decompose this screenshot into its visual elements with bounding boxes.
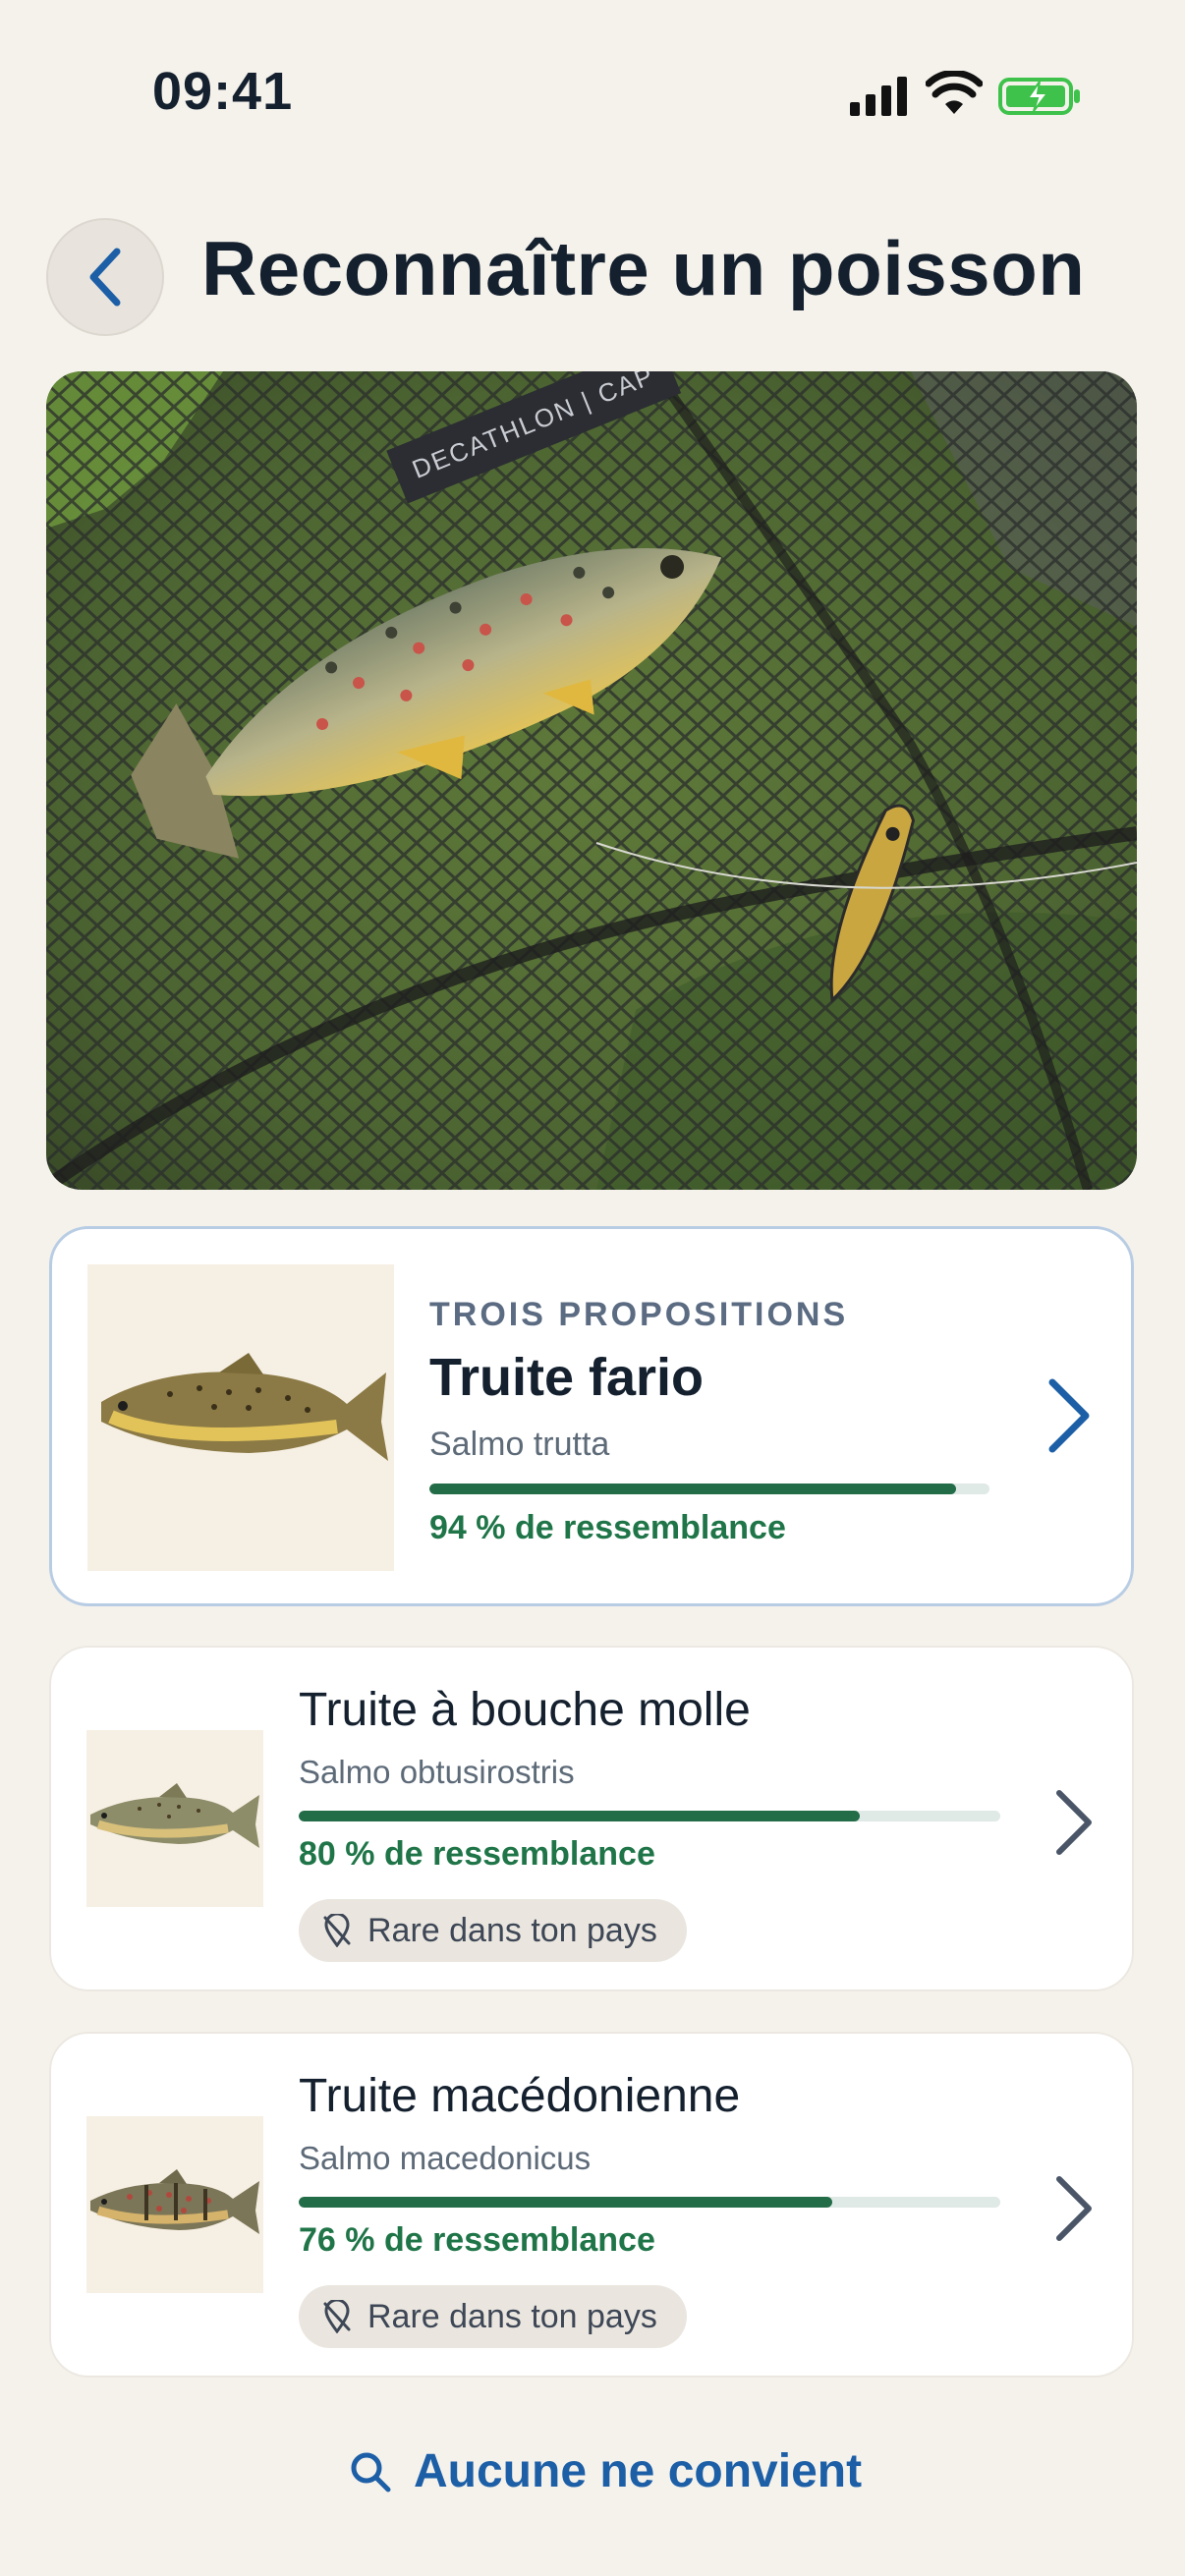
result-card-3[interactable]: Truite macédonienne Salmo macedonicus 76…: [49, 2032, 1134, 2378]
similarity-label: 94 % de ressemblance: [429, 1509, 786, 1546]
fish-latin-name: Salmo obtusirostris: [299, 1754, 575, 1790]
fish-latin-name: Salmo trutta: [429, 1426, 610, 1463]
similarity-bar-fill: [299, 2197, 832, 2208]
similarity-label: 76 % de ressemblance: [299, 2221, 655, 2259]
rarity-badge: Rare dans ton pays: [299, 2285, 687, 2348]
signal-icon: [850, 77, 907, 116]
similarity-bar-fill: [429, 1484, 956, 1494]
chevron-right-icon: [1056, 2176, 1092, 2241]
result-card-2[interactable]: Truite à bouche molle Salmo obtusirostri…: [49, 1646, 1134, 1991]
fish-name: Truite macédonienne: [299, 2070, 741, 2122]
similarity-bar: [299, 2197, 1000, 2208]
catch-photo: DECATHLON | CAP: [46, 371, 1137, 1190]
fish-name: Truite fario: [429, 1348, 705, 1407]
rarity-badge-label: Rare dans ton pays: [367, 1911, 657, 1949]
chevron-right-icon: [1048, 1378, 1090, 1453]
similarity-label: 80 % de ressemblance: [299, 1835, 655, 1873]
similarity-bar: [429, 1484, 989, 1494]
similarity-bar: [299, 1811, 1000, 1821]
back-button[interactable]: [46, 218, 164, 336]
fish-thumbnail: [87, 1264, 394, 1571]
wifi-icon: [926, 71, 983, 114]
section-label: TROIS PROPOSITIONS: [429, 1296, 849, 1333]
none-match-link[interactable]: Aucune ne convient: [349, 2444, 862, 2498]
fish-thumbnail: [86, 1730, 263, 1907]
page-title: Reconnaître un poisson: [201, 225, 1086, 311]
rarity-badge: Rare dans ton pays: [299, 1899, 687, 1962]
none-match-label: Aucune ne convient: [414, 2445, 863, 2497]
search-icon: [351, 2452, 391, 2492]
battery-charging-icon: [998, 78, 1080, 115]
fish-name: Truite à bouche molle: [299, 1684, 751, 1736]
location-off-icon: [323, 1914, 351, 1947]
status-time: 09:41: [152, 62, 294, 121]
chevron-right-icon: [1056, 1790, 1092, 1855]
similarity-bar-fill: [299, 1811, 861, 1821]
result-card-1[interactable]: TROIS PROPOSITIONS Truite fario Salmo tr…: [49, 1226, 1134, 1606]
location-off-icon: [323, 2300, 351, 2333]
fish-latin-name: Salmo macedonicus: [299, 2140, 592, 2176]
fish-thumbnail: [86, 2116, 263, 2293]
chevron-left-icon: [89, 248, 121, 307]
rarity-badge-label: Rare dans ton pays: [367, 2297, 657, 2335]
